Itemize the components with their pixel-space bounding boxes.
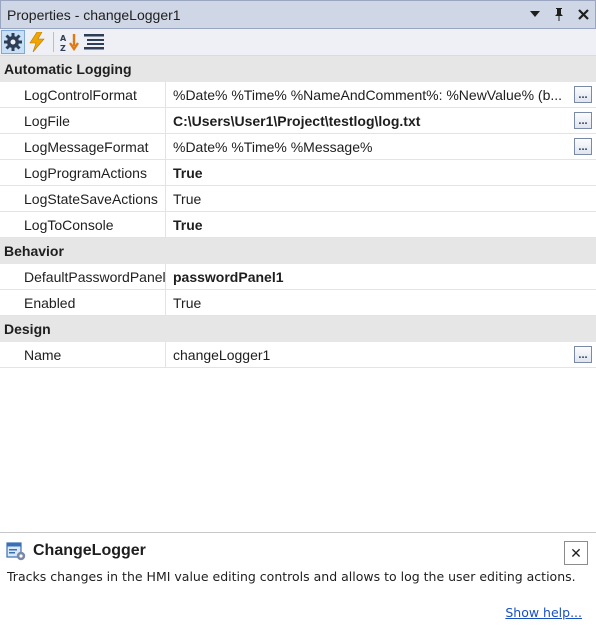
property-name: DefaultPasswordPanel: [0, 264, 166, 289]
gear-icon: [4, 33, 22, 51]
chevron-down-icon: [530, 11, 540, 17]
property-row-logtoconsole[interactable]: LogToConsole True: [0, 212, 596, 238]
property-value-cell[interactable]: %Date% %Time% %NameAndComment%: %NewValu…: [166, 82, 596, 107]
alphabetical-sort-icon: A Z: [60, 34, 79, 52]
property-value[interactable]: %Date% %Time% %NameAndComment%: %NewValu…: [173, 87, 570, 103]
category-automatic-logging[interactable]: Automatic Logging: [0, 56, 596, 82]
property-value[interactable]: True: [173, 191, 592, 207]
property-value-cell[interactable]: C:\Users\User1\Project\testlog\log.txt .…: [166, 108, 596, 133]
properties-view-button[interactable]: [1, 30, 25, 54]
property-value[interactable]: True: [173, 217, 592, 233]
ellipsis-button[interactable]: ...: [574, 346, 592, 363]
category-design[interactable]: Design: [0, 316, 596, 342]
close-icon: [577, 9, 589, 20]
description-panel: ChangeLogger ✕ Tracks changes in the HMI…: [0, 532, 596, 627]
alphabetical-sort-button[interactable]: A Z: [58, 30, 82, 54]
show-help-link[interactable]: Show help...: [505, 605, 582, 620]
properties-toolbar: A Z: [0, 29, 596, 56]
property-row-logmessageformat[interactable]: LogMessageFormat %Date% %Time% %Message%…: [0, 134, 596, 160]
property-value[interactable]: True: [173, 165, 592, 181]
property-value-cell[interactable]: True: [166, 186, 596, 211]
svg-text:A: A: [60, 34, 67, 43]
property-name: LogFile: [0, 108, 166, 133]
property-value-cell[interactable]: passwordPanel1: [166, 264, 596, 289]
property-row-logstatesaveactions[interactable]: LogStateSaveActions True: [0, 186, 596, 212]
ellipsis-button[interactable]: ...: [574, 138, 592, 155]
categorized-view-button[interactable]: [82, 30, 106, 54]
description-title: ChangeLogger: [33, 542, 146, 559]
toolbar-separator: [53, 32, 54, 52]
property-name: Name: [0, 342, 166, 367]
ellipsis-button[interactable]: ...: [574, 86, 592, 103]
lightning-icon: [29, 32, 45, 52]
property-value[interactable]: %Date% %Time% %Message%: [173, 139, 570, 155]
property-value[interactable]: changeLogger1: [173, 347, 570, 363]
category-behavior[interactable]: Behavior: [0, 238, 596, 264]
property-name: LogToConsole: [0, 212, 166, 237]
component-icon: [6, 542, 26, 561]
ellipsis-button[interactable]: ...: [574, 112, 592, 129]
property-value[interactable]: passwordPanel1: [173, 269, 592, 285]
property-row-logfile[interactable]: LogFile C:\Users\User1\Project\testlog\l…: [0, 108, 596, 134]
properties-title-bar: Properties - changeLogger1: [0, 0, 596, 29]
events-view-button[interactable]: [25, 30, 49, 54]
property-row-logcontrolformat[interactable]: LogControlFormat %Date% %Time% %NameAndC…: [0, 82, 596, 108]
property-name: LogProgramActions: [0, 160, 166, 185]
property-value-cell[interactable]: %Date% %Time% %Message% ...: [166, 134, 596, 159]
close-button[interactable]: [571, 3, 595, 27]
window-title: Properties - changeLogger1: [7, 6, 181, 23]
property-name: LogStateSaveActions: [0, 186, 166, 211]
property-value-cell[interactable]: True: [166, 290, 596, 315]
property-row-enabled[interactable]: Enabled True: [0, 290, 596, 316]
dropdown-arrow-button[interactable]: [523, 3, 547, 27]
description-close-button[interactable]: ✕: [564, 541, 588, 565]
pin-icon: [555, 8, 563, 21]
description-header: ChangeLogger: [6, 541, 146, 561]
property-name: LogControlFormat: [0, 82, 166, 107]
description-text: Tracks changes in the HMI value editing …: [7, 569, 576, 584]
categorized-icon: [84, 34, 104, 50]
property-name: Enabled: [0, 290, 166, 315]
property-name: LogMessageFormat: [0, 134, 166, 159]
pin-button[interactable]: [547, 3, 571, 27]
property-value-cell[interactable]: changeLogger1 ...: [166, 342, 596, 367]
property-grid: Automatic Logging LogControlFormat %Date…: [0, 56, 596, 368]
property-value[interactable]: True: [173, 295, 592, 311]
property-row-name[interactable]: Name changeLogger1 ...: [0, 342, 596, 368]
property-value-cell[interactable]: True: [166, 212, 596, 237]
svg-text:Z: Z: [60, 44, 66, 52]
property-row-defaultpasswordpanel[interactable]: DefaultPasswordPanel passwordPanel1: [0, 264, 596, 290]
property-value-cell[interactable]: True: [166, 160, 596, 185]
property-value[interactable]: C:\Users\User1\Project\testlog\log.txt: [173, 113, 570, 129]
property-row-logprogramactions[interactable]: LogProgramActions True: [0, 160, 596, 186]
